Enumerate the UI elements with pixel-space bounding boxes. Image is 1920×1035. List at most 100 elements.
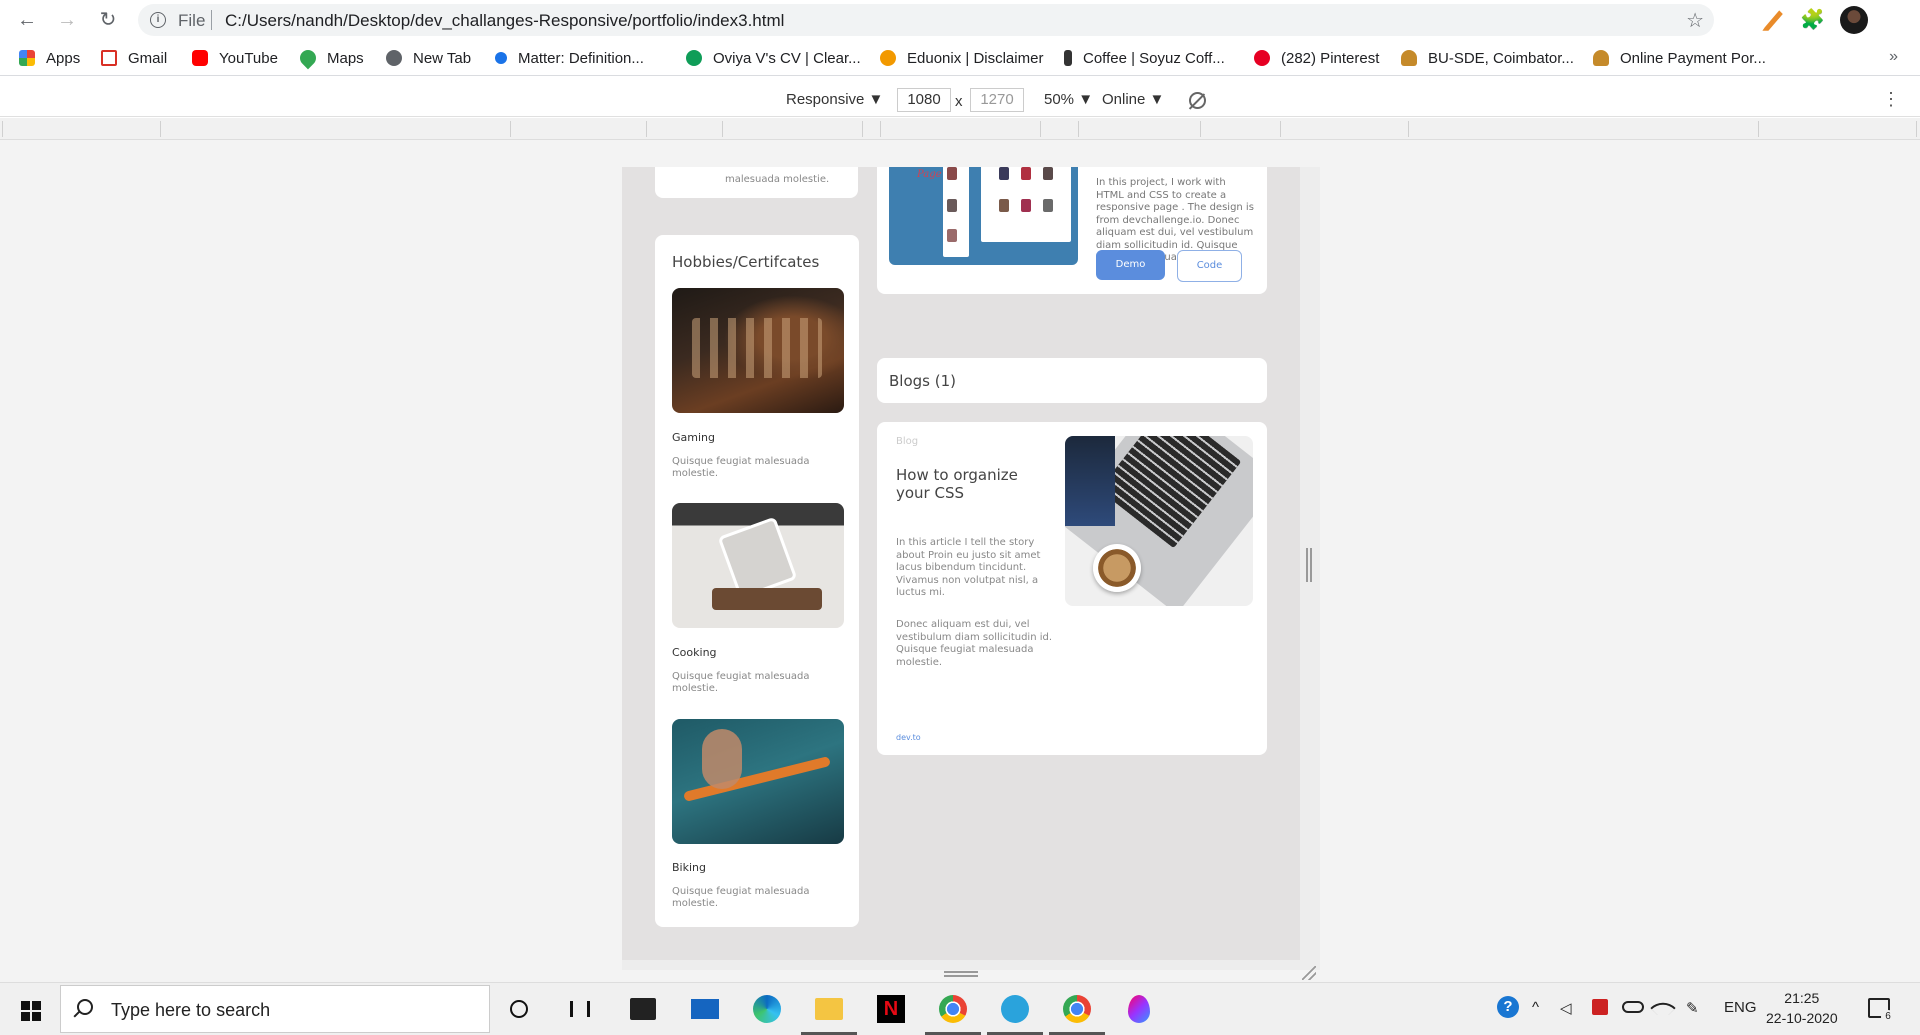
clock-date: 22-10-2020 — [1766, 1010, 1838, 1026]
bookmark-cv[interactable]: Oviya V's CV | Clear... — [686, 48, 861, 68]
apps-grid-icon — [19, 50, 35, 66]
bookmark-online-payment[interactable]: Online Payment Por... — [1593, 48, 1766, 68]
forward-arrow-icon[interactable]: → — [55, 8, 79, 32]
bookmarks-overflow-icon[interactable]: » — [1889, 48, 1898, 66]
project-thumb — [947, 199, 957, 212]
telegram-icon[interactable] — [999, 993, 1031, 1025]
project-thumb — [947, 167, 957, 180]
notification-count: 6 — [1881, 1010, 1895, 1024]
hobby-description: Quisque feugiat malesuada molestie. — [672, 886, 810, 909]
project-thumb — [999, 199, 1009, 212]
windows-start-icon[interactable] — [21, 1001, 41, 1021]
hobbies-title: Hobbies/Certifcates — [672, 253, 820, 271]
chrome-icon[interactable] — [1061, 993, 1093, 1025]
hobby-description: Quisque feugiat malesuada molestie. — [672, 671, 810, 694]
media-tick — [862, 121, 863, 137]
hobby-name: Biking — [672, 861, 706, 874]
bookmark-label: Maps — [327, 49, 364, 67]
netflix-icon[interactable]: N — [875, 993, 907, 1025]
help-icon[interactable]: ? — [1497, 996, 1519, 1018]
bookmark-coffee[interactable]: Coffee | Soyuz Coff... — [1064, 48, 1225, 68]
demo-button[interactable]: Demo — [1096, 250, 1165, 280]
info-icon[interactable]: i — [150, 12, 166, 28]
app-tray-icon[interactable] — [1592, 999, 1608, 1015]
address-bar[interactable]: i File C:/Users/nandh/Desktop/dev_challa… — [138, 4, 1714, 36]
dimension-separator: x — [955, 93, 963, 110]
media-tick — [160, 121, 161, 137]
project-thumb — [1021, 167, 1031, 180]
search-icon — [77, 999, 93, 1015]
speaker-icon[interactable]: ◁ — [1560, 999, 1572, 1017]
edge-icon[interactable] — [751, 993, 783, 1025]
media-tick — [510, 121, 511, 137]
task-view-icon[interactable] — [564, 993, 596, 1025]
stub-text: malesuada molestie. — [725, 174, 830, 185]
cv-icon — [686, 50, 702, 66]
bookmark-label: Apps — [46, 49, 81, 67]
device-select[interactable]: Responsive ▼ — [786, 91, 883, 108]
pencil-extension-icon[interactable] — [1762, 10, 1783, 31]
bookmark-matter[interactable]: Matter: Definition... — [495, 48, 644, 68]
code-button[interactable]: Code — [1177, 250, 1242, 282]
globe-icon — [386, 50, 402, 66]
laptop-screen — [1065, 436, 1115, 526]
chrome-icon[interactable] — [937, 993, 969, 1025]
youtube-icon — [192, 50, 208, 66]
zoom-select[interactable]: 50% ▼ — [1044, 91, 1093, 108]
device-viewport[interactable]: malesuada molestie. Hobbies/Certifcates … — [622, 167, 1300, 960]
bookmark-eduonix[interactable]: Eduonix | Disclaimer — [880, 48, 1043, 68]
eduonix-icon — [880, 50, 896, 66]
width-input[interactable]: 1080 — [897, 88, 951, 112]
resize-handle-right[interactable] — [1306, 548, 1312, 582]
language-indicator[interactable]: ENG — [1724, 999, 1757, 1016]
bookmark-star-icon[interactable]: ☆ — [1686, 8, 1704, 33]
taskbar-search[interactable]: Type here to search — [60, 985, 490, 1033]
blog-post-card[interactable]: Blog How to organize your CSS In this ar… — [877, 422, 1267, 755]
hobby-description: Quisque feugiat malesuada molestie. — [672, 456, 810, 479]
bookmark-bu-sde[interactable]: BU-SDE, Coimbator... — [1401, 48, 1574, 68]
person-icon — [1593, 50, 1609, 66]
resize-handle-corner[interactable] — [1302, 966, 1316, 980]
project-thumb — [999, 167, 1009, 180]
project-page-mock — [943, 167, 969, 257]
windows-taskbar: Type here to search N ? ^ ◁ ✎ ENG 21:25 … — [0, 982, 1920, 1035]
extensions-puzzle-icon[interactable]: 🧩 — [1800, 8, 1825, 32]
back-arrow-icon[interactable]: ← — [15, 8, 39, 32]
profile-avatar[interactable] — [1840, 6, 1868, 34]
mail-icon[interactable] — [689, 993, 721, 1025]
height-input[interactable]: 1270 — [970, 88, 1024, 112]
rotate-disabled-icon[interactable] — [1189, 92, 1206, 109]
system-clock[interactable]: 21:25 22-10-2020 — [1766, 988, 1838, 1028]
bookmark-pinterest[interactable]: (282) Pinterest — [1254, 48, 1379, 68]
media-tick — [722, 121, 723, 137]
url-text[interactable]: C:/Users/nandh/Desktop/dev_challanges-Re… — [225, 11, 784, 31]
wifi-icon[interactable] — [1650, 995, 1676, 1021]
media-tick — [1200, 121, 1201, 137]
bookmark-youtube[interactable]: YouTube — [192, 48, 278, 68]
media-query-bar[interactable] — [0, 118, 1920, 140]
cooking-image — [672, 503, 844, 628]
laptop-keyboard — [1098, 436, 1242, 549]
file-explorer-icon[interactable] — [813, 993, 845, 1025]
blog-source-link[interactable]: dev.to — [896, 733, 921, 742]
hobbies-card: Hobbies/Certifcates Gaming Quisque feugi… — [655, 235, 859, 927]
reload-icon[interactable]: ↻ — [96, 8, 120, 32]
blog-paragraph: Donec aliquam est dui, vel vestibulum di… — [896, 619, 1053, 668]
bookmark-apps[interactable]: Apps — [19, 48, 80, 68]
store-icon[interactable] — [627, 993, 659, 1025]
bookmark-gmail[interactable]: Gmail — [101, 48, 167, 68]
more-options-icon[interactable]: ⋮ — [1882, 89, 1900, 110]
chevron-up-icon[interactable]: ^ — [1532, 999, 1539, 1016]
bookmark-new-tab[interactable]: New Tab — [386, 48, 471, 68]
cloud-icon[interactable] — [1622, 999, 1644, 1013]
resize-handle-bottom[interactable] — [944, 971, 978, 977]
coffee-icon — [1064, 50, 1072, 66]
network-throttle-select[interactable]: Online ▼ — [1102, 91, 1164, 108]
blog-paragraph: In this article I tell the story about P… — [896, 537, 1041, 598]
project-screenshot: Page — [889, 167, 1078, 265]
cortana-icon[interactable] — [503, 993, 535, 1025]
bookmark-maps[interactable]: Maps — [296, 46, 364, 70]
paint-drop-icon[interactable] — [1123, 993, 1155, 1025]
pen-icon[interactable]: ✎ — [1686, 999, 1699, 1017]
project-thumb — [1021, 199, 1031, 212]
